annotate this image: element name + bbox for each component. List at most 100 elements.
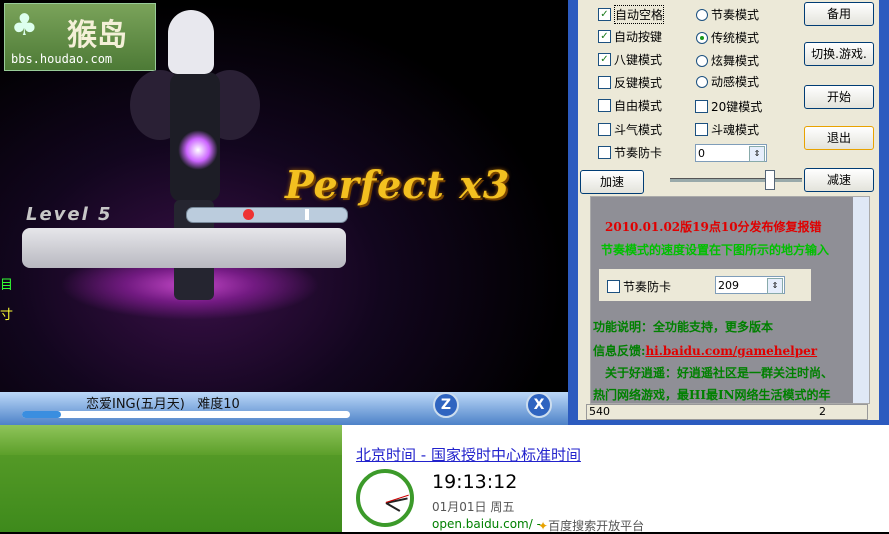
checkbox-auto-space[interactable]: ✓ 自动空格 [598,5,665,24]
checkbox-label: 斗气模式 [614,123,663,137]
switch-game-button[interactable]: 切换.游戏. [804,42,874,66]
checkbox-rhythm-guard[interactable]: 节奏防卡 [598,144,662,161]
hand-glow [178,130,218,170]
radio-dynamic-mode-dot[interactable] [696,75,708,88]
radio-label: 节奏模式 [711,8,760,22]
song-title: 恋爱ING(五月天) [86,397,185,412]
z-key-button[interactable]: Z [433,392,459,418]
helper-panel: ✓ 自动空格 ✓ 自动按键 ✓ 八键模式 反键模式 自由模式 斗气模式 节奏防卡 节奏… [568,0,889,425]
checkbox-auto-key-box[interactable]: ✓ [598,30,611,43]
current-time: 19:13:12 [432,471,518,493]
speed-slider-thumb[interactable] [765,170,775,190]
info-example-checkbox-box[interactable] [607,280,620,293]
rhythm-spin-input[interactable]: 0 ⇕ [695,144,767,162]
checkbox-eight-key[interactable]: ✓ 八键模式 [598,51,662,68]
logo-url: bbs.houdao.com [11,52,113,66]
game-window: ♣ 猴岛 bbs.houdao.com Perfect x3 Level 5 目… [0,0,568,425]
source-url[interactable]: open.baidu.com/ - [432,517,541,531]
checkbox-label: 斗魂模式 [711,123,760,137]
checkbox-label: 自动空格 [614,5,665,24]
source-name: ✦百度搜索开放平台 [538,517,644,534]
song-progress-fill [22,411,62,418]
source-label: 百度搜索开放平台 [548,519,645,533]
radio-dynamic-mode[interactable]: 动感模式 [696,73,759,90]
checkbox-auto-space-box[interactable]: ✓ [598,8,611,21]
song-bar: 恋爱ING(五月天) 难度10 Z X [0,392,568,425]
status-left: 540 [589,405,610,418]
song-progress [22,411,350,418]
radio-label: 动感模式 [711,75,760,89]
houdao-logo: ♣ 猴岛 bbs.houdao.com [4,3,156,71]
status-right: 2 [819,405,826,418]
checkbox-label: 20键模式 [711,100,763,114]
baidu-time-card: 北京时间 - 国家授时中心标准时间 19:13:12 01月01日 周五 ope… [342,425,889,534]
radio-dance-mode-dot[interactable] [696,54,708,67]
feedback-label: 信息反馈: [593,344,646,358]
judgement-text: Perfect x3 [285,162,511,207]
radio-label: 传统模式 [711,31,760,45]
checkbox-label: 自动按键 [614,30,663,44]
logo-text: 猴岛 [67,18,127,53]
checkbox-label: 自由模式 [614,99,663,113]
exit-button[interactable]: 退出 [804,126,874,150]
checkbox-label: 节奏防卡 [614,146,663,160]
speed-up-button[interactable]: 加速 [580,170,644,194]
info-area: 2010.01.02版19点10分发布修复报错 节奏模式的速度设置在下图所示的地… [590,196,870,404]
checkbox-free-mode[interactable]: 自由模式 [598,97,662,114]
info-line-5: 关于好逍遥：好逍遥社区是一群关注时尚、 [605,366,834,380]
checkbox-label: 节奏防卡 [623,280,672,294]
checkbox-rhythm-guard-box[interactable] [598,146,611,159]
key-input-bar [22,228,346,268]
song-difficulty: 难度10 [197,397,240,412]
beat-dot [243,209,254,220]
checkbox-free-mode-box[interactable] [598,99,611,112]
current-date: 01月01日 周五 [432,500,515,514]
radio-classic-mode[interactable]: 传统模式 [696,29,759,46]
slow-down-button[interactable]: 减速 [804,168,874,192]
palm-tree-icon: ♣ [11,8,38,43]
helper-panel-body: ✓ 自动空格 ✓ 自动按键 ✓ 八键模式 反键模式 自由模式 斗气模式 节奏防卡 节奏… [578,0,879,420]
speed-slider-track[interactable] [670,178,802,182]
clock-icon [356,469,414,527]
checkbox-label: 八键模式 [614,53,663,67]
baidu-open-icon: ✦ [538,519,549,533]
info-line-1: 2010.01.02版19点10分发布修复报错 [605,220,822,234]
checkbox-auto-key[interactable]: ✓ 自动按键 [598,28,662,45]
spin-arrow-icon[interactable]: ⇕ [749,146,765,162]
checkbox-soul-mode-box[interactable] [695,123,708,136]
radio-dance-mode[interactable]: 炫舞模式 [696,52,759,69]
spin-arrow-icon[interactable]: ⇕ [767,278,783,294]
x-key-button[interactable]: X [526,392,552,418]
radio-rhythm-mode[interactable]: 节奏模式 [696,6,759,23]
checkbox-fight-mode[interactable]: 斗气模式 [598,121,662,138]
backup-button[interactable]: 备用 [804,2,874,26]
info-line-3: 功能说明：全功能支持，更多版本 [593,320,774,334]
info-line-4: 信息反馈:hi.baidu.com/gamehelper [593,342,817,359]
checkbox-reverse-key-box[interactable] [598,76,611,89]
info-example-spin[interactable]: 209 ⇕ [715,276,785,294]
info-line-2: 节奏模式的速度设置在下图所示的地方输入 [601,243,830,257]
info-example-checkbox[interactable]: 节奏防卡 [607,278,671,295]
spin-value: 0 [698,147,705,160]
spin-value: 209 [718,279,739,292]
checkbox-twenty-key-box[interactable] [695,100,708,113]
checkbox-fight-mode-box[interactable] [598,123,611,136]
beat-marker [305,209,309,220]
checkbox-soul-mode[interactable]: 斗魂模式 [695,121,759,138]
info-example-box: 节奏防卡 209 ⇕ [599,269,811,301]
checkbox-twenty-key[interactable]: 20键模式 [695,98,762,115]
radio-rhythm-mode-dot[interactable] [696,8,708,21]
start-button[interactable]: 开始 [804,85,874,109]
edge-text-2: 寸 [0,308,14,323]
status-bar: 540 2 [586,404,868,420]
radio-classic-mode-dot[interactable] [696,31,708,44]
beat-slider [186,207,348,223]
info-line-6: 热门网络游戏，最HI最IN网络生活模式的年 [593,388,831,402]
info-scrollbar[interactable] [853,197,869,403]
grass-wallpaper [0,425,342,532]
beijing-time-link[interactable]: 北京时间 - 国家授时中心标准时间 [356,444,581,465]
checkbox-eight-key-box[interactable]: ✓ [598,53,611,66]
checkbox-label: 反键模式 [614,76,663,90]
feedback-link[interactable]: hi.baidu.com/gamehelper [645,344,817,358]
checkbox-reverse-key[interactable]: 反键模式 [598,74,662,91]
